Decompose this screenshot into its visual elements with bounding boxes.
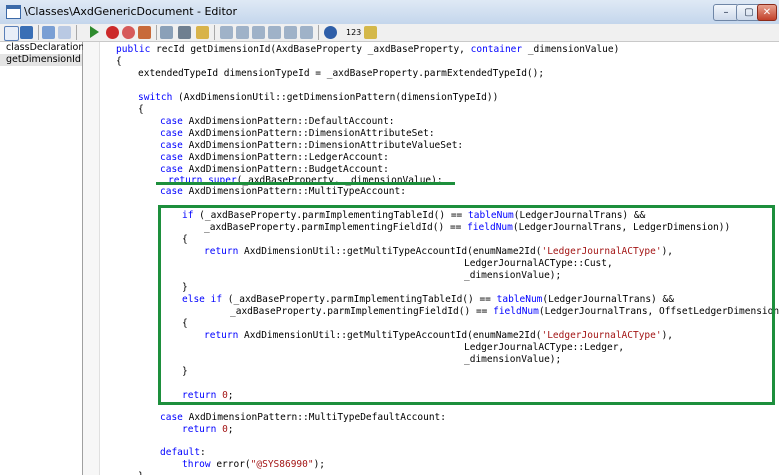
save-icon[interactable] <box>20 26 33 39</box>
code-token: : <box>200 447 206 458</box>
toolbar-separator <box>76 25 77 40</box>
undo-icon[interactable] <box>42 26 55 39</box>
method-list: classDeclaration getDimensionId <box>0 42 84 475</box>
code-line[interactable]: case AxdDimensionPattern::DimensionAttri… <box>160 128 435 140</box>
code-token-str: "@SYS86990" <box>250 459 314 470</box>
code-token-kw: case <box>160 128 183 139</box>
code-line[interactable]: switch (AxdDimensionUtil::getDimensionPa… <box>138 92 498 104</box>
run-icon[interactable] <box>90 26 99 38</box>
code-token: recId getDimensionId(AxdBaseProperty _ax… <box>150 44 471 55</box>
code-token: { <box>138 104 144 115</box>
code-token: (AxdDimensionUtil::getDimensionPattern(d… <box>172 92 499 103</box>
properties-icon[interactable] <box>196 26 209 39</box>
toolbar-separator <box>318 25 319 40</box>
code-token: ; <box>227 424 234 435</box>
code-token-kw: case <box>160 116 183 127</box>
list-enums-icon[interactable] <box>284 26 297 39</box>
code-line[interactable]: case AxdDimensionPattern::MultiTypeAccou… <box>160 186 406 198</box>
find-icon[interactable] <box>178 26 191 39</box>
code-token-kw: default <box>160 447 201 458</box>
code-line[interactable]: case AxdDimensionPattern::LedgerAccount: <box>160 152 389 164</box>
code-token-kw: throw <box>182 459 211 470</box>
toolbar-separator <box>38 25 39 40</box>
new-icon[interactable] <box>4 26 19 41</box>
code-line[interactable]: extendedTypeId dimensionTypeId = _axdBas… <box>138 68 544 80</box>
code-token: AxdDimensionPattern::DimensionAttributeV… <box>182 140 464 151</box>
code-token-kw: case <box>160 164 183 175</box>
code-token: _dimensionValue) <box>522 44 620 55</box>
highlight-underline <box>156 182 455 185</box>
code-token-kw: switch <box>138 92 173 103</box>
code-gutter <box>83 42 100 475</box>
code-token-kw: public <box>116 44 151 55</box>
code-line[interactable]: } <box>138 471 144 475</box>
code-token: ); <box>313 459 326 470</box>
code-token-kw: case <box>160 140 183 151</box>
code-token: AxdDimensionPattern::DimensionAttributeS… <box>182 128 435 139</box>
highlight-box <box>158 205 775 405</box>
code-token: AxdDimensionPattern::MultiTypeDefaultAcc… <box>182 412 446 423</box>
code-token: AxdDimensionPattern::DefaultAccount: <box>182 116 395 127</box>
toolbar-separator <box>214 25 215 40</box>
code-token: extendedTypeId dimensionTypeId = _axdBas… <box>138 68 545 79</box>
code-line[interactable]: throw error("@SYS86990"); <box>182 459 325 471</box>
code-token: AxdDimensionPattern::BudgetAccount: <box>182 164 389 175</box>
window-title: \Classes\AxdGenericDocument - Editor <box>24 5 238 18</box>
code-token-kw: case <box>160 412 183 423</box>
code-token-kw: return <box>182 424 217 435</box>
code-line[interactable]: { <box>138 104 144 116</box>
toolbar-separator <box>156 25 157 40</box>
list-reserved-words-icon[interactable] <box>300 26 313 39</box>
method-list-item[interactable]: getDimensionId <box>0 54 82 66</box>
code-token: { <box>116 56 122 67</box>
list-tables-icon[interactable] <box>236 26 249 39</box>
code-line[interactable]: { <box>116 56 122 68</box>
list-classes-icon[interactable] <box>252 26 265 39</box>
code-line[interactable]: case AxdDimensionPattern::DefaultAccount… <box>160 116 395 128</box>
remove-breakpoints-icon[interactable] <box>138 26 151 39</box>
method-list-item[interactable]: classDeclaration <box>0 42 84 54</box>
code-token: AxdDimensionPattern::MultiTypeAccount: <box>182 186 406 197</box>
code-line[interactable]: default: <box>160 447 206 459</box>
help-icon[interactable] <box>324 26 337 39</box>
code-token: } <box>138 471 144 475</box>
toggle-breakpoint-icon[interactable] <box>122 26 135 39</box>
code-line[interactable]: case AxdDimensionPattern::DimensionAttri… <box>160 140 463 152</box>
redo-icon[interactable] <box>58 26 71 39</box>
compile-icon[interactable] <box>364 26 377 39</box>
list-types-icon[interactable] <box>268 26 281 39</box>
line-number-indicator[interactable]: 123 <box>346 26 361 39</box>
breakpoint-icon[interactable] <box>106 26 119 39</box>
code-token: error( <box>210 459 251 470</box>
code-line[interactable]: case AxdDimensionPattern::MultiTypeDefau… <box>160 412 446 424</box>
editor-toolbar: 123 <box>0 24 779 42</box>
code-token-kw: case <box>160 152 183 163</box>
editor-window-icon <box>6 5 21 19</box>
title-bar: \Classes\AxdGenericDocument - Editor – ▢… <box>0 0 779 25</box>
close-button[interactable]: ✕ <box>757 4 777 21</box>
code-line[interactable]: public recId getDimensionId(AxdBasePrope… <box>116 44 619 56</box>
lookup-icon[interactable] <box>160 26 173 39</box>
code-line[interactable]: return 0; <box>182 424 234 436</box>
code-token: AxdDimensionPattern::LedgerAccount: <box>182 152 389 163</box>
code-token-kw: case <box>160 186 183 197</box>
list-members-icon[interactable] <box>220 26 233 39</box>
code-token-kw: container <box>470 44 523 55</box>
